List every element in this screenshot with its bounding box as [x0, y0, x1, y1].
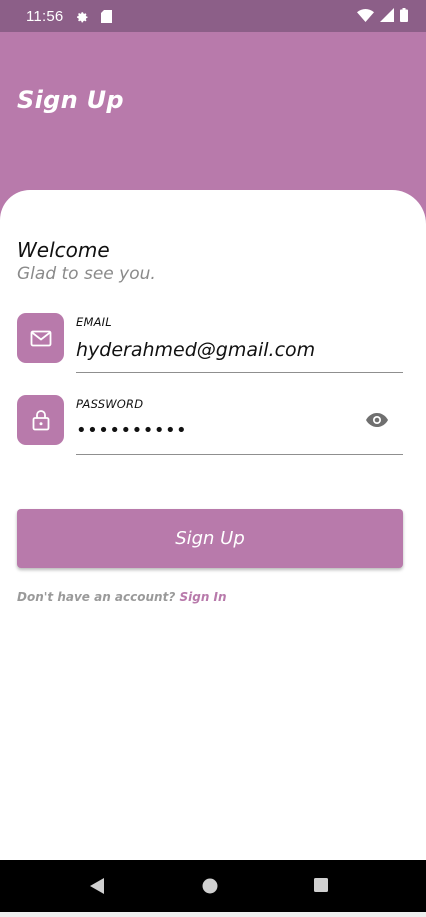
- recents-icon[interactable]: [314, 878, 328, 892]
- battery-icon: [400, 7, 408, 26]
- status-indicators: [357, 7, 408, 26]
- signin-row: Don't have an account? Sign In: [17, 590, 227, 604]
- password-field[interactable]: ••••••••••: [76, 420, 187, 441]
- navigation-bar: [0, 860, 426, 912]
- password-label: PASSWORD: [76, 397, 144, 411]
- lock-icon: [17, 395, 64, 445]
- signup-button[interactable]: Sign Up: [17, 509, 403, 568]
- home-icon[interactable]: [202, 878, 218, 894]
- email-underline: [76, 372, 403, 373]
- bottom-strip: [0, 912, 426, 917]
- back-icon[interactable]: [89, 878, 105, 894]
- signin-link[interactable]: Sign In: [179, 590, 226, 604]
- gear-icon: [75, 9, 89, 23]
- signal-icon: [380, 7, 394, 26]
- sd-card-icon: [101, 9, 113, 23]
- status-time: 11:56: [26, 7, 64, 25]
- signin-prompt: Don't have an account?: [17, 590, 176, 604]
- welcome-subtitle: Glad to see you.: [17, 264, 156, 284]
- email-label: EMAIL: [76, 315, 112, 329]
- page-title: Sign Up: [17, 86, 124, 114]
- password-underline: [76, 454, 403, 455]
- welcome-title: Welcome: [17, 238, 110, 262]
- wifi-icon: [357, 7, 374, 26]
- status-bar: 11:56: [0, 0, 426, 32]
- mail-icon: [17, 313, 64, 363]
- email-field[interactable]: [76, 337, 403, 363]
- eye-icon[interactable]: [364, 407, 390, 433]
